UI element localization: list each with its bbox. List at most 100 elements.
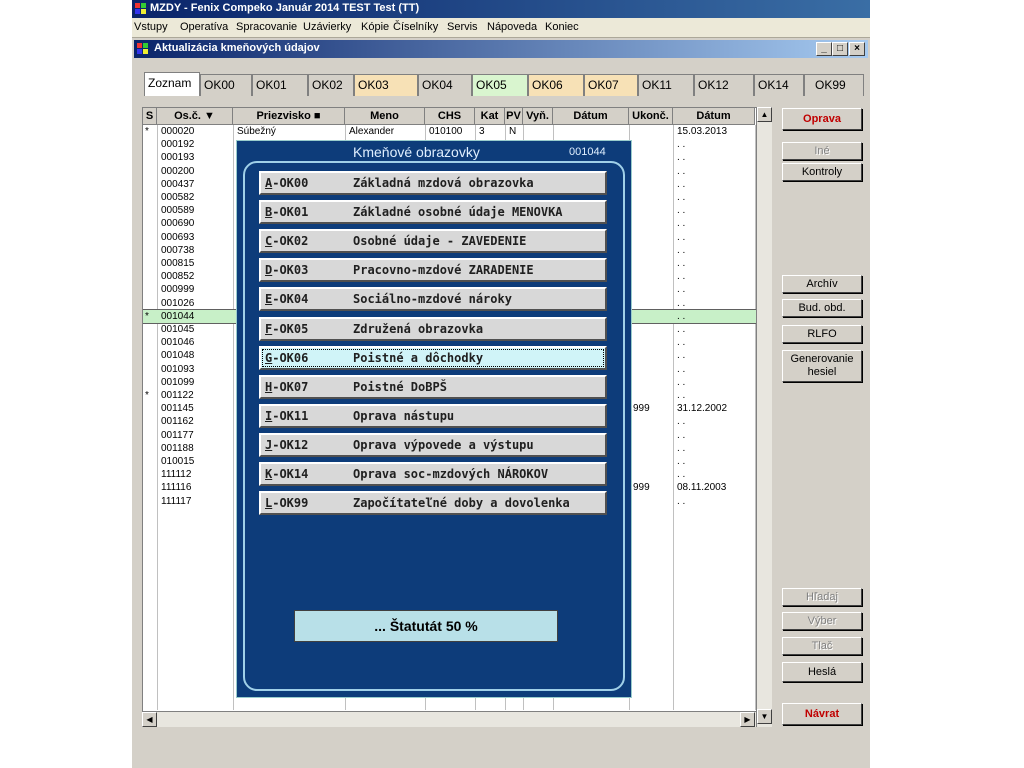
minimize-button[interactable]: _ xyxy=(816,42,832,56)
cell-osc: 000192 xyxy=(161,139,195,151)
screen-option-ok05[interactable]: F-OK05 Združená obrazovka xyxy=(259,316,607,341)
tab-ok00[interactable]: OK00 xyxy=(200,74,252,96)
col-header-osc[interactable]: Os.č. ▼ xyxy=(157,108,233,125)
screen-option-ok02[interactable]: C-OK02 Osobné údaje - ZAVEDENIE xyxy=(259,229,607,254)
menu-spracovanie[interactable]: Spracovanie xyxy=(236,21,297,33)
option-label: Združená obrazovka xyxy=(353,321,484,336)
option-screen-code: -OK14 xyxy=(272,467,309,481)
cell-ukonc xyxy=(633,323,671,336)
scroll-left-icon[interactable]: ◀ xyxy=(142,712,157,727)
option-screen-code: -OK11 xyxy=(272,408,309,423)
option-code: I-OK11 xyxy=(265,406,308,426)
screen-option-ok07[interactable]: H-OK07 Poistné DoBPŠ xyxy=(259,374,607,399)
archiv-button[interactable]: Archív xyxy=(782,275,862,293)
cell-s: * xyxy=(145,126,149,137)
cell-datum2: 08.11.2003 xyxy=(677,482,727,494)
scroll-right-icon[interactable]: ▶ xyxy=(740,712,755,727)
option-screen-code: -OK02 xyxy=(272,234,309,249)
screen-option-ok14[interactable]: K-OK14 Oprava soc-mzdových NÁROKOV xyxy=(259,462,607,486)
tab-ok99[interactable]: OK99 xyxy=(804,74,864,96)
screen-option-ok11[interactable]: I-OK11 Oprava nástupu xyxy=(259,403,607,428)
menu-ciselniky[interactable]: Číselníky xyxy=(393,21,438,33)
screen-option-ok04[interactable]: E-OK04 Sociálno-mzdové nároky xyxy=(259,287,607,312)
maximize-button[interactable]: □ xyxy=(832,42,848,56)
menu-koniec[interactable]: Koniec xyxy=(545,21,579,33)
vyber-button[interactable]: Výber xyxy=(782,612,862,630)
tlac-button[interactable]: Tlač xyxy=(782,637,862,655)
bud-obd-button[interactable]: Bud. obd. xyxy=(782,299,862,317)
cell-ukonc xyxy=(633,244,671,257)
menu-operativa[interactable]: Operatíva xyxy=(180,21,228,33)
screen-option-ok03[interactable]: D-OK03 Pracovno-mzdové ZARADENIE xyxy=(259,258,607,283)
cell-ukonc: 999 xyxy=(633,403,650,415)
scroll-down-icon[interactable]: ▼ xyxy=(757,709,772,724)
col-header-chs[interactable]: CHS xyxy=(425,108,475,125)
col-header-kat[interactable]: Kat xyxy=(475,108,505,125)
cell-ukonc xyxy=(633,336,671,349)
tab-ok04[interactable]: OK04 xyxy=(418,74,472,96)
screen-option-ok00[interactable]: A-OK00 Základná mzdová obrazovka xyxy=(259,171,607,195)
col-header-pv[interactable]: PV xyxy=(505,108,523,125)
tab-zoznam[interactable]: Zoznam xyxy=(144,72,200,96)
cell-ukonc xyxy=(633,495,671,508)
cell-osc: 111116 xyxy=(161,482,192,494)
screen-option-ok12[interactable]: J-OK12 Oprava výpovede a výstupu xyxy=(259,432,607,457)
menu-kopie[interactable]: Kópie xyxy=(361,21,389,33)
menu-uzavierky[interactable]: Uzávierky xyxy=(303,21,351,33)
cell-ukonc xyxy=(633,165,671,178)
tab-ok06[interactable]: OK06 xyxy=(528,74,584,96)
scroll-up-icon[interactable]: ▲ xyxy=(757,107,772,122)
cell-datum2: . . xyxy=(677,165,686,177)
kontroly-button[interactable]: Kontroly xyxy=(782,163,862,181)
tab-ok12[interactable]: OK12 xyxy=(694,74,754,96)
option-screen-code: -OK00 xyxy=(272,176,309,190)
close-button[interactable]: × xyxy=(849,42,865,56)
cell-s xyxy=(145,138,155,151)
col-header-meno[interactable]: Meno xyxy=(345,108,425,125)
tab-ok02[interactable]: OK02 xyxy=(308,74,354,96)
cell-datum2: . . xyxy=(677,192,686,203)
cell-s xyxy=(145,283,155,296)
tab-ok07[interactable]: OK07 xyxy=(584,74,638,96)
col-header-ukonc[interactable]: Ukonč. xyxy=(629,108,673,125)
tab-ok01[interactable]: OK01 xyxy=(252,74,308,96)
cell-kat: 3 xyxy=(479,126,485,137)
table-row[interactable]: * 000020 Súbežný Alexander 010100 3 N 15.03.201… xyxy=(143,125,771,138)
screen-option-ok06[interactable]: G-OK06 Poistné a dôchodky xyxy=(259,345,607,370)
tab-ok14[interactable]: OK14 xyxy=(754,74,804,96)
horizontal-scrollbar[interactable]: ◀ ▶ xyxy=(142,711,756,727)
cell-meno: Alexander xyxy=(349,126,395,137)
hladaj-button[interactable]: Hľadaj xyxy=(782,588,862,606)
generovanie-hesiel-button[interactable]: Generovanie hesiel xyxy=(782,350,862,382)
cell-datum2: . . xyxy=(677,205,686,217)
cell-ukonc xyxy=(633,217,671,230)
screen-option-ok99[interactable]: L-OK99 Započítateľné doby a dovolenka xyxy=(259,491,607,516)
navrat-button[interactable]: Návrat xyxy=(782,703,862,725)
cell-osc: 001145 xyxy=(161,403,194,415)
inner-window-title: Aktualizácia kmeňových údajov xyxy=(154,42,320,54)
tab-ok11[interactable]: OK11 xyxy=(638,74,694,96)
cell-ukonc xyxy=(633,151,671,164)
oprava-button[interactable]: Oprava xyxy=(782,108,862,130)
cell-s xyxy=(145,217,155,230)
screen-option-ok01[interactable]: B-OK01 Základné osobné údaje MENOVKA xyxy=(259,200,607,225)
cell-ukonc xyxy=(633,204,671,217)
ine-button[interactable]: Iné xyxy=(782,142,862,160)
tab-ok03[interactable]: OK03 xyxy=(354,74,418,96)
col-header-s[interactable]: S xyxy=(143,108,157,125)
menu-servis[interactable]: Servis xyxy=(447,21,478,33)
cell-s xyxy=(145,429,155,442)
menu-napoveda[interactable]: Nápoveda xyxy=(487,21,537,33)
cell-ukonc xyxy=(633,429,671,442)
col-header-datum[interactable]: Dátum xyxy=(553,108,629,125)
option-label: Základná mzdová obrazovka xyxy=(353,176,534,190)
col-header-vyn[interactable]: Vyň. xyxy=(523,108,553,125)
tab-ok05[interactable]: OK05 xyxy=(472,74,528,96)
col-header-datum2[interactable]: Dátum xyxy=(673,108,755,125)
app-icon xyxy=(135,3,146,14)
menu-vstupy[interactable]: Vstupy xyxy=(134,21,168,33)
vertical-scrollbar[interactable]: ▲ ▼ xyxy=(756,107,772,727)
rlfo-button[interactable]: RLFO xyxy=(782,325,862,343)
col-header-priezvisko[interactable]: Priezvisko ■ xyxy=(233,108,345,125)
hesla-button[interactable]: Heslá xyxy=(782,662,862,682)
